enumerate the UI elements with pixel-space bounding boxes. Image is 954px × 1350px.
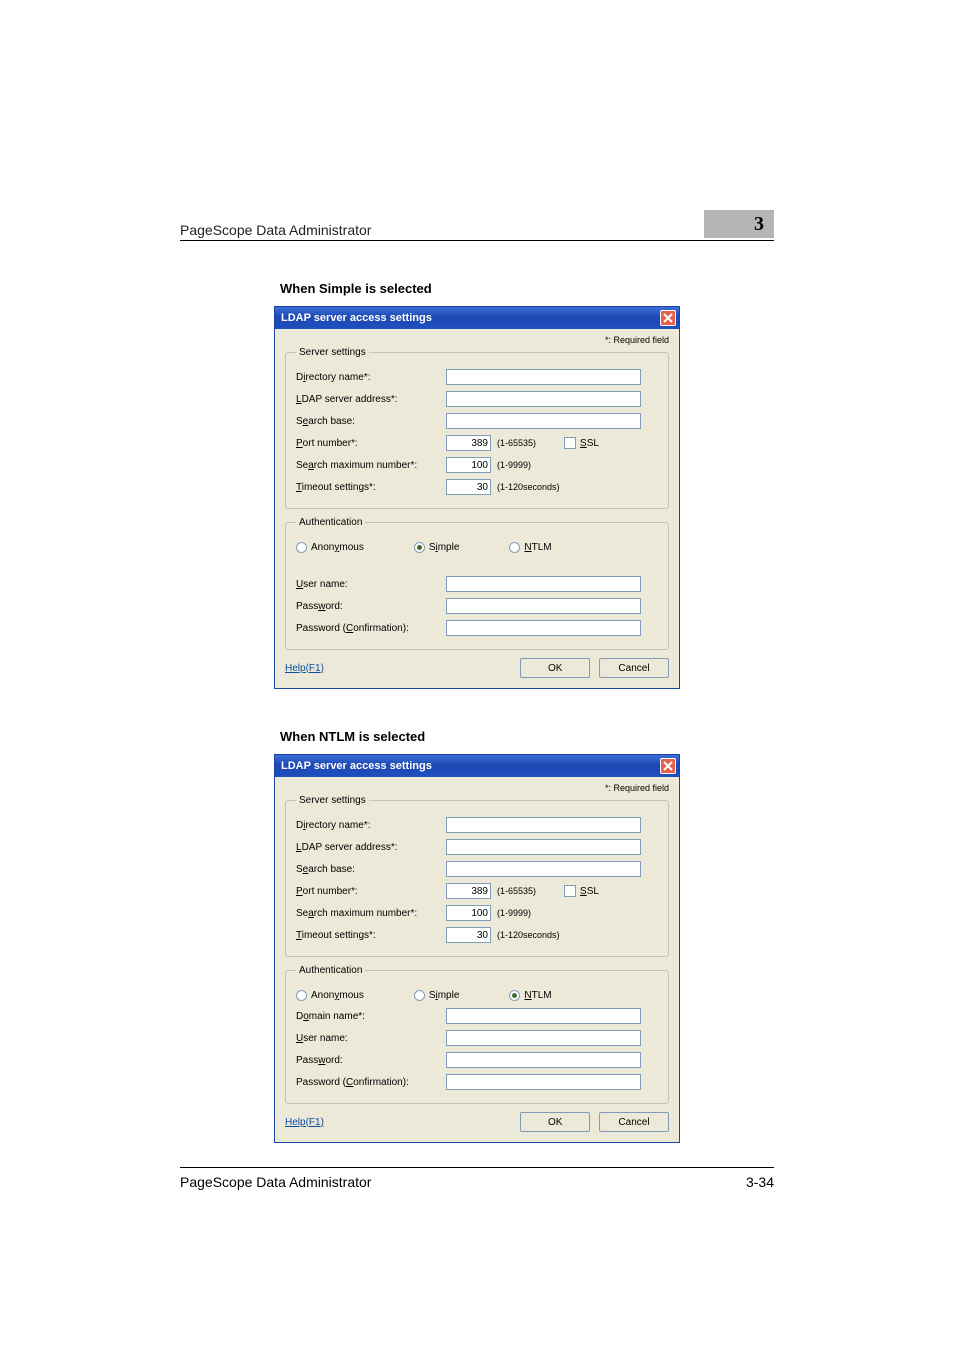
ldap-address-input[interactable]	[446, 839, 641, 855]
server-settings-group: Server settings Directory name*: LDAP se…	[285, 347, 669, 509]
dialog-titlebar: LDAP server access settings	[275, 755, 679, 777]
user-name-label: User name:	[296, 1033, 446, 1044]
header-title: PageScope Data Administrator	[180, 222, 371, 238]
search-base-input[interactable]	[446, 413, 641, 429]
close-icon[interactable]	[660, 310, 676, 326]
section-title-ntlm: When NTLM is selected	[280, 729, 774, 744]
timeout-label: Timeout settings*:	[296, 930, 446, 941]
search-max-hint: (1-9999)	[497, 908, 531, 918]
required-note: *: Required field	[285, 335, 669, 345]
required-note: *: Required field	[285, 783, 669, 793]
dialog-title: LDAP server access settings	[281, 760, 432, 772]
search-max-input[interactable]	[446, 905, 491, 921]
password-confirm-label: Password (Confirmation):	[296, 1077, 446, 1088]
dialog-body: *: Required field Server settings Direct…	[275, 777, 679, 1142]
user-name-input[interactable]	[446, 1030, 641, 1046]
port-hint: (1-65535)	[497, 886, 536, 896]
user-name-label: User name:	[296, 579, 446, 590]
search-max-label: Search maximum number*:	[296, 460, 446, 471]
footer-page: 3-34	[746, 1174, 774, 1190]
authentication-legend: Authentication	[296, 965, 365, 976]
page-footer: PageScope Data Administrator 3-34	[180, 1167, 774, 1190]
server-settings-legend: Server settings	[296, 347, 369, 358]
ok-button[interactable]: OK	[520, 1112, 590, 1132]
password-confirm-input[interactable]	[446, 620, 641, 636]
search-max-hint: (1-9999)	[497, 460, 531, 470]
radio-ntlm[interactable]: NTLM	[509, 542, 551, 553]
port-hint: (1-65535)	[497, 438, 536, 448]
section-title-simple: When Simple is selected	[280, 281, 774, 296]
search-base-label: Search base:	[296, 864, 446, 875]
port-input[interactable]	[446, 883, 491, 899]
domain-name-input[interactable]	[446, 1008, 641, 1024]
authentication-group: Authentication Anonymous Simple NTLM Use…	[285, 517, 669, 650]
server-settings-group: Server settings Directory name*: LDAP se…	[285, 795, 669, 957]
search-base-input[interactable]	[446, 861, 641, 877]
help-link[interactable]: Help(F1)	[285, 1117, 324, 1128]
password-confirm-input[interactable]	[446, 1074, 641, 1090]
search-max-label: Search maximum number*:	[296, 908, 446, 919]
ok-button[interactable]: OK	[520, 658, 590, 678]
ldap-dialog-ntlm: LDAP server access settings *: Required …	[274, 754, 680, 1143]
close-icon[interactable]	[660, 758, 676, 774]
directory-name-input[interactable]	[446, 817, 641, 833]
radio-simple[interactable]: Simple	[414, 542, 460, 553]
page-header: PageScope Data Administrator 3	[180, 210, 774, 241]
domain-name-label: Domain name*:	[296, 1011, 446, 1022]
search-base-label: Search base:	[296, 416, 446, 427]
password-label: Password:	[296, 601, 446, 612]
password-input[interactable]	[446, 1052, 641, 1068]
radio-anonymous[interactable]: Anonymous	[296, 542, 364, 553]
search-max-input[interactable]	[446, 457, 491, 473]
timeout-hint: (1-120seconds)	[497, 930, 560, 940]
server-settings-legend: Server settings	[296, 795, 369, 806]
port-input[interactable]	[446, 435, 491, 451]
authentication-legend: Authentication	[296, 517, 365, 528]
port-label: Port number*:	[296, 438, 446, 449]
password-confirm-label: Password (Confirmation):	[296, 623, 446, 634]
ldap-address-input[interactable]	[446, 391, 641, 407]
password-label: Password:	[296, 1055, 446, 1066]
dialog-title: LDAP server access settings	[281, 312, 432, 324]
cancel-button[interactable]: Cancel	[599, 658, 669, 678]
timeout-hint: (1-120seconds)	[497, 482, 560, 492]
ssl-checkbox[interactable]: SSL	[564, 437, 599, 449]
directory-name-input[interactable]	[446, 369, 641, 385]
help-link[interactable]: Help(F1)	[285, 663, 324, 674]
timeout-input[interactable]	[446, 927, 491, 943]
cancel-button[interactable]: Cancel	[599, 1112, 669, 1132]
ldap-dialog-simple: LDAP server access settings *: Required …	[274, 306, 680, 689]
dialog-titlebar: LDAP server access settings	[275, 307, 679, 329]
radio-ntlm[interactable]: NTLM	[509, 990, 551, 1001]
radio-anonymous[interactable]: Anonymous	[296, 990, 364, 1001]
radio-simple[interactable]: Simple	[414, 990, 460, 1001]
page: PageScope Data Administrator 3 When Simp…	[0, 0, 954, 1143]
user-name-input[interactable]	[446, 576, 641, 592]
timeout-input[interactable]	[446, 479, 491, 495]
ldap-address-label: LDAP server address*:	[296, 394, 446, 405]
port-label: Port number*:	[296, 886, 446, 897]
directory-name-label: Directory name*:	[296, 372, 446, 383]
password-input[interactable]	[446, 598, 641, 614]
ssl-checkbox[interactable]: SSL	[564, 885, 599, 897]
timeout-label: Timeout settings*:	[296, 482, 446, 493]
authentication-group: Authentication Anonymous Simple NTLM Dom…	[285, 965, 669, 1104]
footer-title: PageScope Data Administrator	[180, 1174, 371, 1190]
chapter-number: 3	[704, 210, 774, 238]
ldap-address-label: LDAP server address*:	[296, 842, 446, 853]
dialog-body: *: Required field Server settings Direct…	[275, 329, 679, 688]
directory-name-label: Directory name*:	[296, 820, 446, 831]
